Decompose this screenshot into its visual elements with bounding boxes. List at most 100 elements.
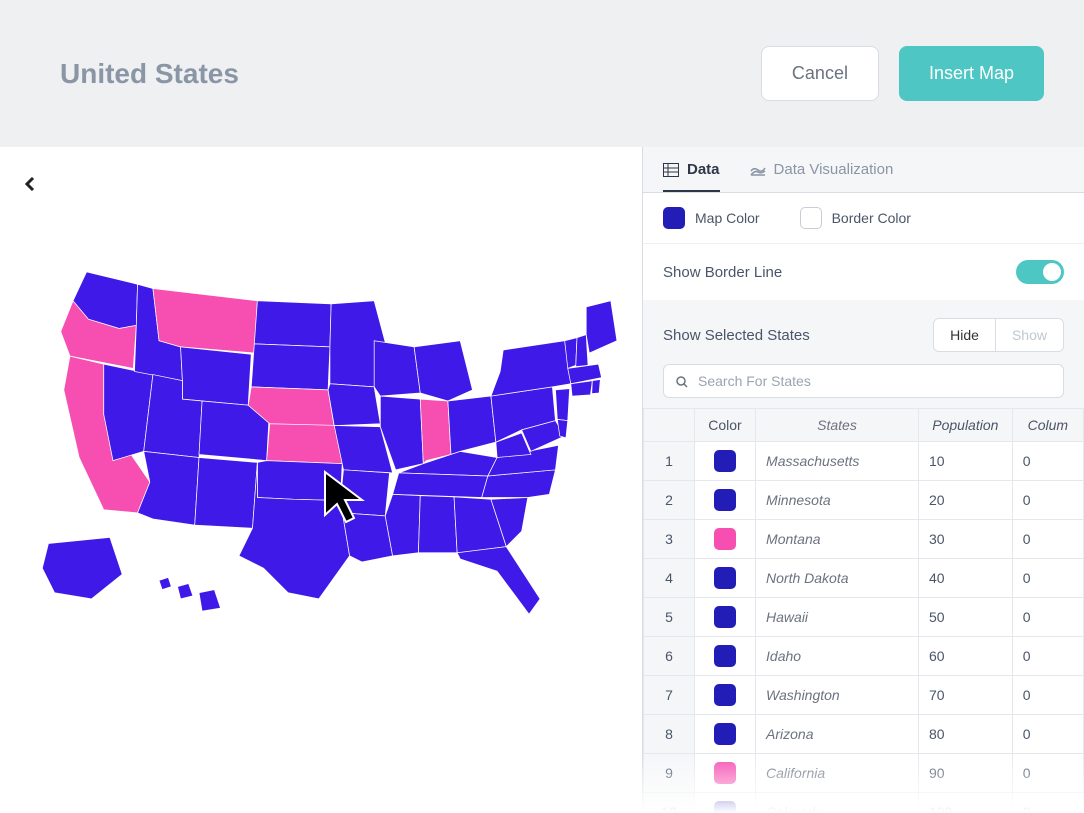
row-state[interactable]: Arizona bbox=[756, 715, 919, 754]
row-population[interactable]: 40 bbox=[918, 559, 1012, 598]
row-column[interactable]: 0 bbox=[1012, 598, 1083, 637]
state-maine[interactable] bbox=[586, 301, 617, 353]
show-button[interactable]: Show bbox=[995, 319, 1063, 351]
state-alabama[interactable] bbox=[418, 496, 457, 553]
row-state[interactable]: Washington bbox=[756, 676, 919, 715]
cancel-button[interactable]: Cancel bbox=[761, 46, 879, 101]
row-state[interactable]: California bbox=[756, 754, 919, 793]
table-row[interactable]: 8Arizona800 bbox=[644, 715, 1084, 754]
row-population[interactable]: 20 bbox=[918, 481, 1012, 520]
row-column[interactable]: 0 bbox=[1012, 676, 1083, 715]
state-florida[interactable] bbox=[457, 547, 540, 615]
state-south-dakota[interactable] bbox=[251, 344, 330, 390]
state-hawaii[interactable] bbox=[159, 577, 220, 611]
row-color-cell[interactable] bbox=[694, 442, 755, 481]
row-column[interactable]: 0 bbox=[1012, 442, 1083, 481]
row-column[interactable]: 0 bbox=[1012, 559, 1083, 598]
insert-map-button[interactable]: Insert Map bbox=[899, 46, 1044, 101]
search-states-box[interactable] bbox=[663, 364, 1064, 398]
row-color-cell[interactable] bbox=[694, 676, 755, 715]
row-column[interactable]: 0 bbox=[1012, 637, 1083, 676]
row-state[interactable]: Massachusetts bbox=[756, 442, 919, 481]
border-color-label: Border Color bbox=[832, 210, 911, 226]
show-border-toggle[interactable] bbox=[1016, 260, 1064, 284]
search-input[interactable] bbox=[698, 373, 1051, 389]
table-row[interactable]: 7 Washington700 bbox=[644, 676, 1084, 715]
state-ohio[interactable] bbox=[448, 396, 496, 454]
table-row[interactable]: 5Hawaii500 bbox=[644, 598, 1084, 637]
row-population[interactable]: 30 bbox=[918, 520, 1012, 559]
color-swatch bbox=[714, 684, 736, 706]
state-new-jersey[interactable] bbox=[555, 389, 569, 421]
map-color-picker[interactable]: Map Color bbox=[663, 207, 760, 229]
row-population[interactable]: 10 bbox=[918, 442, 1012, 481]
row-column[interactable]: 0 bbox=[1012, 754, 1083, 793]
header-color[interactable]: Color bbox=[694, 409, 755, 442]
state-new-mexico[interactable] bbox=[195, 458, 258, 529]
header-states[interactable]: States bbox=[756, 409, 919, 442]
state-tennessee[interactable] bbox=[393, 473, 488, 498]
state-new-hampshire[interactable] bbox=[576, 335, 588, 367]
row-index: 9 bbox=[644, 754, 695, 793]
color-swatch bbox=[714, 567, 736, 589]
state-oklahoma[interactable] bbox=[257, 461, 342, 501]
state-wisconsin[interactable] bbox=[374, 341, 420, 396]
tab-data[interactable]: Data bbox=[663, 161, 720, 192]
back-chevron-icon[interactable] bbox=[25, 177, 35, 196]
row-column[interactable]: 0 bbox=[1012, 793, 1083, 813]
table-row[interactable]: 10Colorado1000 bbox=[644, 793, 1084, 813]
row-color-cell[interactable] bbox=[694, 754, 755, 793]
state-alaska[interactable] bbox=[42, 537, 122, 598]
row-column[interactable]: 0 bbox=[1012, 520, 1083, 559]
row-state[interactable]: Montana bbox=[756, 520, 919, 559]
table-row[interactable]: 9 California900 bbox=[644, 754, 1084, 793]
row-color-cell[interactable] bbox=[694, 793, 755, 813]
header-column[interactable]: Colum bbox=[1012, 409, 1083, 442]
state-indiana[interactable] bbox=[420, 399, 451, 464]
state-rhode-island[interactable] bbox=[592, 379, 601, 393]
row-column[interactable]: 0 bbox=[1012, 481, 1083, 520]
table-row[interactable]: 4North Dakota400 bbox=[644, 559, 1084, 598]
state-montana[interactable] bbox=[153, 289, 257, 354]
us-map[interactable] bbox=[30, 267, 620, 641]
row-population[interactable]: 70 bbox=[918, 676, 1012, 715]
row-state[interactable]: North Dakota bbox=[756, 559, 919, 598]
state-arkansas[interactable] bbox=[340, 470, 389, 516]
row-color-cell[interactable] bbox=[694, 481, 755, 520]
row-column[interactable]: 0 bbox=[1012, 715, 1083, 754]
table-row[interactable]: 3Montana300 bbox=[644, 520, 1084, 559]
row-state[interactable]: Colorado bbox=[756, 793, 919, 813]
state-wyoming[interactable] bbox=[181, 347, 252, 405]
row-population[interactable]: 100 bbox=[918, 793, 1012, 813]
state-new-york[interactable] bbox=[491, 341, 571, 396]
table-row[interactable]: 1Massachusetts100 bbox=[644, 442, 1084, 481]
row-color-cell[interactable] bbox=[694, 520, 755, 559]
border-color-picker[interactable]: Border Color bbox=[800, 207, 911, 229]
hide-button[interactable]: Hide bbox=[934, 319, 995, 351]
state-north-dakota[interactable] bbox=[254, 301, 331, 347]
row-color-cell[interactable] bbox=[694, 715, 755, 754]
row-state[interactable]: Minnesota bbox=[756, 481, 919, 520]
row-index: 7 bbox=[644, 676, 695, 715]
row-color-cell[interactable] bbox=[694, 637, 755, 676]
state-michigan[interactable] bbox=[414, 341, 472, 401]
row-population[interactable]: 60 bbox=[918, 637, 1012, 676]
show-selected-states-row: Show Selected States Hide Show bbox=[643, 300, 1084, 364]
row-index: 6 bbox=[644, 637, 695, 676]
header-population[interactable]: Population bbox=[918, 409, 1012, 442]
table-row[interactable]: 2Minnesota200 bbox=[644, 481, 1084, 520]
row-population[interactable]: 50 bbox=[918, 598, 1012, 637]
row-state[interactable]: Idaho bbox=[756, 637, 919, 676]
table-row[interactable]: 6 Idaho600 bbox=[644, 637, 1084, 676]
state-connecticut[interactable] bbox=[571, 381, 593, 396]
row-population[interactable]: 80 bbox=[918, 715, 1012, 754]
header-index bbox=[644, 409, 695, 442]
row-color-cell[interactable] bbox=[694, 559, 755, 598]
map-color-label: Map Color bbox=[695, 210, 760, 226]
row-population[interactable]: 90 bbox=[918, 754, 1012, 793]
state-kansas[interactable] bbox=[267, 424, 344, 464]
row-color-cell[interactable] bbox=[694, 598, 755, 637]
row-state[interactable]: Hawaii bbox=[756, 598, 919, 637]
tab-data-visualization[interactable]: Data Visualization bbox=[750, 161, 894, 192]
state-iowa[interactable] bbox=[328, 384, 380, 426]
